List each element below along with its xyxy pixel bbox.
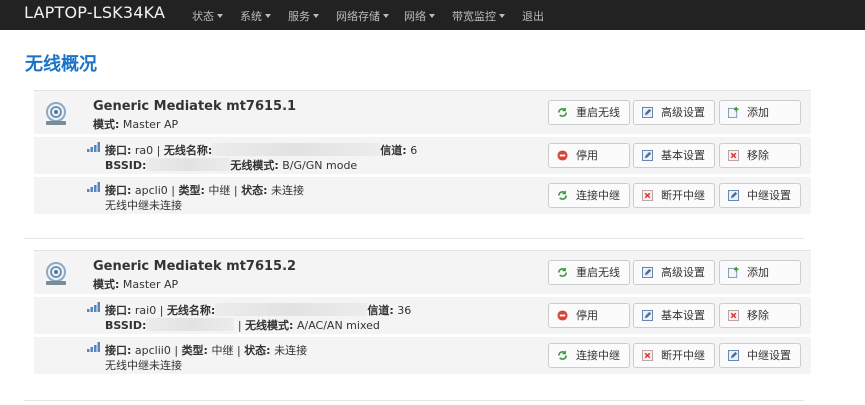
edit-icon — [642, 107, 653, 118]
top-navbar: LAPTOP-LSK34KA 状态 系统 服务 网络存储 网络 带宽监控 退出 — [0, 0, 865, 30]
redacted-ssid — [212, 143, 381, 156]
brand-logo[interactable]: LAPTOP-LSK34KA — [24, 3, 165, 22]
disconnect-relay-button[interactable]: 断开中继 — [633, 343, 715, 368]
refresh-icon — [558, 267, 567, 277]
relay-status-note: 无线中继未连接 — [105, 199, 182, 212]
nav-services[interactable]: 服务 — [288, 8, 319, 24]
ap-interface-row: 接口: rai0 | 无线名称: 信道: 36 BSSID: | 无线模式: A/… — [34, 297, 811, 334]
add-network-button[interactable]: 添加 — [719, 260, 801, 285]
delete-icon — [728, 310, 739, 321]
ap-bssid-line: BSSID: 无线模式: B/G/GN mode — [105, 158, 358, 172]
add-icon — [728, 107, 739, 118]
signal-strength-icon — [87, 142, 100, 152]
remove-button[interactable]: 移除 — [719, 303, 801, 328]
nav-bandwidth[interactable]: 带宽监控 — [452, 8, 505, 24]
relay-status-note: 无线中继未连接 — [105, 359, 182, 372]
connect-relay-button[interactable]: 连接中继 — [548, 343, 630, 368]
disconnect-relay-button[interactable]: 断开中继 — [633, 183, 715, 208]
wireless-device-icon — [46, 102, 66, 125]
delete-icon — [642, 350, 653, 361]
restart-wireless-button[interactable]: 重启无线 — [548, 260, 630, 285]
signal-strength-icon — [87, 302, 100, 312]
restart-wireless-button[interactable]: 重启无线 — [548, 100, 630, 125]
caret-down-icon — [265, 14, 271, 18]
caret-down-icon — [217, 14, 223, 18]
relay-interface-row: 接口: apclii0 | 类型: 中继 | 状态: 未连接 无线中继未连接 连… — [34, 337, 811, 374]
refresh-icon — [558, 107, 567, 117]
disable-button[interactable]: 停用 — [548, 303, 630, 328]
stop-icon — [557, 310, 568, 321]
ap-interface-row: 接口: ra0 | 无线名称: 信道: 6 BSSID: 无线模式: B/G/GN … — [34, 137, 811, 174]
signal-strength-icon — [87, 182, 100, 192]
relay-info-line: 接口: apcli0 | 类型: 中继 | 状态: 未连接 — [105, 184, 305, 197]
nav-network[interactable]: 网络 — [404, 8, 435, 24]
edit-icon — [642, 310, 653, 321]
relay-info-line: 接口: apclii0 | 类型: 中继 | 状态: 未连接 — [105, 344, 308, 357]
relay-settings-button[interactable]: 中继设置 — [719, 343, 801, 368]
remove-button[interactable]: 移除 — [719, 143, 801, 168]
section-divider — [24, 400, 804, 401]
device-name: Generic Mediatek mt7615.1 — [93, 99, 297, 114]
add-icon — [728, 267, 739, 278]
disable-button[interactable]: 停用 — [548, 143, 630, 168]
redacted-bssid — [146, 158, 231, 171]
connect-relay-button[interactable]: 连接中继 — [548, 183, 630, 208]
page-title: 无线概况 — [25, 54, 97, 75]
ap-info-line: 接口: ra0 | 无线名称: 信道: 6 — [105, 143, 418, 157]
caret-down-icon — [383, 14, 389, 18]
caret-down-icon — [429, 14, 435, 18]
section-divider — [24, 238, 804, 239]
wireless-device-icon — [46, 262, 66, 285]
edit-icon — [728, 190, 739, 201]
nav-logout[interactable]: 退出 — [522, 8, 544, 24]
delete-icon — [728, 150, 739, 161]
edit-icon — [642, 150, 653, 161]
device-header-row: Generic Mediatek mt7615.2 模式: Master AP … — [34, 250, 811, 294]
signal-strength-icon — [87, 342, 100, 352]
ap-info-line: 接口: rai0 | 无线名称: 信道: 36 — [105, 303, 412, 317]
device-mode: 模式: Master AP — [93, 118, 179, 131]
refresh-icon — [558, 350, 567, 360]
stop-icon — [557, 150, 568, 161]
basic-settings-button[interactable]: 基本设置 — [633, 303, 715, 328]
device-name: Generic Mediatek mt7615.2 — [93, 259, 297, 274]
nav-nas[interactable]: 网络存储 — [336, 8, 389, 24]
add-network-button[interactable]: 添加 — [719, 100, 801, 125]
advanced-settings-button[interactable]: 高级设置 — [633, 260, 715, 285]
relay-settings-button[interactable]: 中继设置 — [719, 183, 801, 208]
edit-icon — [728, 350, 739, 361]
caret-down-icon — [313, 14, 319, 18]
nav-system[interactable]: 系统 — [240, 8, 271, 24]
advanced-settings-button[interactable]: 高级设置 — [633, 100, 715, 125]
nav-status[interactable]: 状态 — [192, 8, 223, 24]
redacted-bssid — [146, 318, 235, 331]
basic-settings-button[interactable]: 基本设置 — [633, 143, 715, 168]
ap-bssid-line: BSSID: | 无线模式: A/AC/AN mixed — [105, 318, 380, 332]
relay-interface-row: 接口: apcli0 | 类型: 中继 | 状态: 未连接 无线中继未连接 连接… — [34, 177, 811, 214]
redacted-ssid — [215, 303, 368, 316]
caret-down-icon — [499, 14, 505, 18]
delete-icon — [642, 190, 653, 201]
device-mode: 模式: Master AP — [93, 278, 179, 291]
refresh-icon — [558, 190, 567, 200]
edit-icon — [642, 267, 653, 278]
device-header-row: Generic Mediatek mt7615.1 模式: Master AP … — [34, 90, 811, 134]
